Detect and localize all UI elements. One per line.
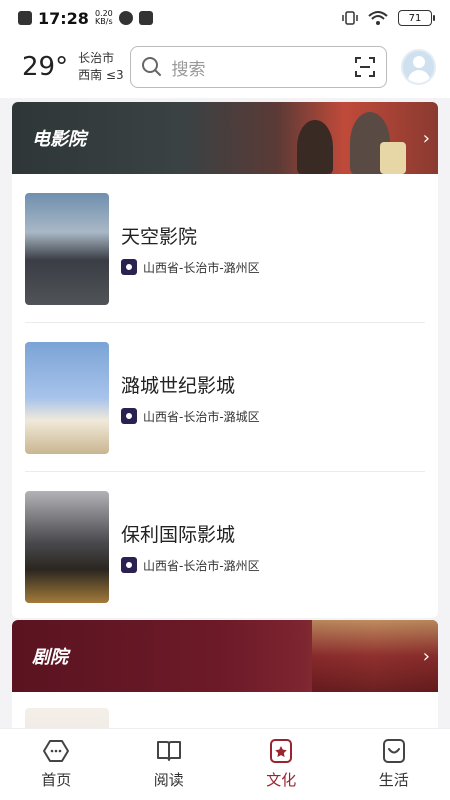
network-speed-unit: KB/s: [95, 17, 113, 26]
message-icon: [138, 11, 153, 25]
list-item[interactable]: [12, 692, 438, 728]
culture-icon: [270, 739, 293, 763]
cinema-thumbnail: [25, 192, 109, 305]
chevron-right-icon: ›: [422, 128, 430, 149]
life-icon: [382, 739, 405, 763]
location-pin-icon: [121, 557, 137, 573]
banner-popcorn-shape: [380, 142, 406, 174]
city-name: 长治市: [78, 51, 115, 65]
battery-level: 71: [408, 12, 422, 24]
banner-person-shape: [297, 120, 333, 174]
nav-read[interactable]: 阅读: [113, 729, 226, 800]
item-info: 天空影院 山西省-长治市-潞州区: [121, 222, 260, 276]
theater-thumbnail: [25, 708, 109, 728]
wifi-icon: [368, 11, 388, 25]
list-item[interactable]: 保利国际影城 山西省-长治市-潞州区: [12, 472, 438, 618]
item-info: 潞城世纪影城 山西省-长治市-潞城区: [121, 371, 260, 425]
nav-life-label: 生活: [378, 771, 409, 789]
cinema-thumbnail: [25, 341, 109, 454]
cinema-name: 潞城世纪影城: [121, 374, 236, 397]
home-icon: [43, 740, 70, 762]
search-placeholder: 搜索: [171, 59, 206, 80]
book-icon: [156, 741, 181, 761]
nav-home-label: 首页: [41, 771, 72, 789]
status-bar: 17:28 0.20 KB/s 71: [0, 0, 450, 36]
cinema-address: 山西省-长治市-潞州区: [121, 259, 260, 276]
nav-culture[interactable]: 文化: [225, 729, 338, 800]
nav-home[interactable]: 首页: [0, 729, 113, 800]
vibrate-icon: [342, 11, 358, 25]
theater-banner[interactable]: 剧院 ›: [12, 620, 438, 692]
item-info: 保利国际影城 山西省-长治市-潞州区: [121, 520, 260, 574]
search-icon: [142, 57, 162, 76]
scan-icon[interactable]: [354, 56, 376, 78]
network-speed: 0.20 KB/s: [95, 10, 113, 26]
app-notification-icon: [118, 11, 133, 25]
location-weather[interactable]: 长治市 西南 ≤3: [78, 50, 128, 84]
location-pin-icon: [121, 408, 137, 424]
address-text: 山西省-长治市-潞城区: [143, 409, 260, 424]
chevron-right-icon: ›: [422, 646, 430, 667]
theater-section-title: 剧院: [32, 647, 68, 668]
list-item[interactable]: 天空影院 山西省-长治市-潞州区: [12, 174, 438, 323]
cinema-address: 山西省-长治市-潞州区: [121, 557, 260, 574]
location-pin-icon: [121, 259, 137, 275]
cinema-name: 保利国际影城: [121, 523, 236, 546]
status-left: 17:28 0.20 KB/s: [18, 9, 153, 28]
main-content: 电影院 › 天空影院 山西省-长治市-潞州区 潞城世纪影城 山西省-长治市-潞城…: [0, 98, 450, 728]
avatar[interactable]: [400, 49, 436, 85]
header: 29° 长治市 西南 ≤3 搜索: [0, 36, 450, 98]
battery-indicator: 71: [398, 10, 435, 26]
nav-culture-label: 文化: [266, 771, 297, 789]
bottom-nav: 首页 阅读 文化 生活: [0, 728, 450, 800]
search-input[interactable]: 搜索: [130, 46, 387, 88]
cinema-name: 天空影院: [121, 225, 198, 248]
notification-icon: [18, 11, 32, 25]
status-right: 71: [342, 10, 435, 26]
banner-stage-shape: [312, 620, 438, 692]
cinema-card: 电影院 › 天空影院 山西省-长治市-潞州区 潞城世纪影城 山西省-长治市-潞城…: [12, 102, 438, 618]
cinema-thumbnail: [25, 490, 109, 603]
cinema-address: 山西省-长治市-潞城区: [121, 408, 260, 425]
address-text: 山西省-长治市-潞州区: [143, 260, 260, 275]
temperature: 29°: [22, 52, 69, 82]
wind-info: 西南 ≤3: [78, 68, 124, 82]
cinema-section-title: 电影院: [32, 129, 86, 150]
cinema-banner[interactable]: 电影院 ›: [12, 102, 438, 174]
list-item[interactable]: 潞城世纪影城 山西省-长治市-潞城区: [12, 323, 438, 472]
address-text: 山西省-长治市-潞州区: [143, 558, 260, 573]
nav-read-label: 阅读: [153, 771, 184, 789]
status-time: 17:28: [38, 8, 89, 28]
theater-card: 剧院 ›: [12, 620, 438, 728]
nav-life[interactable]: 生活: [338, 729, 450, 800]
